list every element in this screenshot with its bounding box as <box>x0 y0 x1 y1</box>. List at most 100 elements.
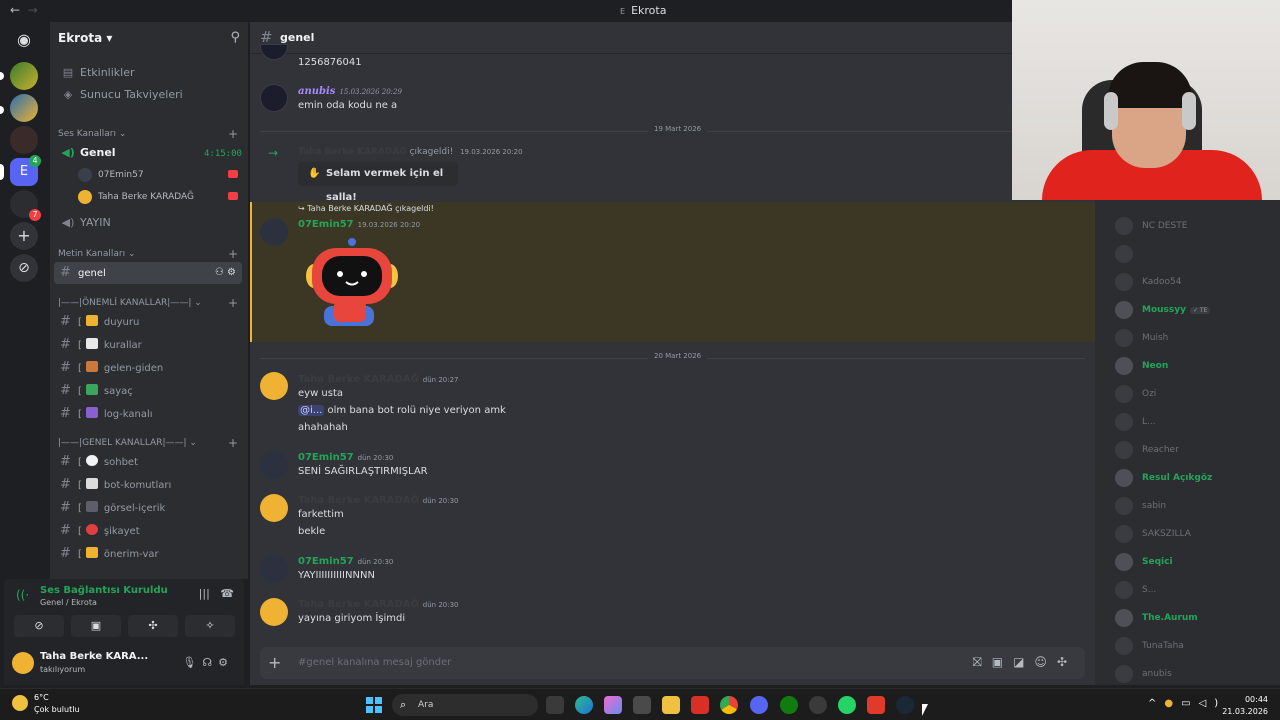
member-row[interactable]: Muish <box>1115 328 1168 348</box>
taskbar-search[interactable]: ⌕ Ara <box>392 694 538 716</box>
mic-icon[interactable]: 🎙︎ <box>182 656 202 669</box>
network-icon[interactable]: ▭ <box>1181 698 1198 709</box>
game-icon[interactable] <box>867 696 885 714</box>
important-category[interactable]: |——|ÖNEMLİ KANALLAR|——| ⌄ + <box>58 296 238 310</box>
server-icon-1[interactable] <box>10 62 38 90</box>
noise-suppression-icon[interactable]: ||| <box>199 587 210 600</box>
settings-gear-icon[interactable]: ⚙ <box>218 656 234 669</box>
guild-name[interactable]: Ekrota ▾ <box>58 31 112 45</box>
member-row[interactable]: S... <box>1115 580 1156 600</box>
discord-home-icon[interactable]: ◉ <box>10 26 38 54</box>
disconnect-icon[interactable]: ☎ <box>220 587 234 600</box>
channel-tools[interactable]: ⚇ ⚙ <box>215 262 236 284</box>
soundboard-button[interactable]: ✧ <box>185 615 235 637</box>
attach-plus-icon[interactable]: + <box>268 653 281 672</box>
server-icon-5[interactable]: 7 <box>10 190 41 221</box>
channel-sikayet[interactable]: #[şikayet <box>54 520 242 542</box>
forward-arrow-icon[interactable]: → <box>28 3 38 17</box>
camera-off-button[interactable]: ⊘ <box>14 615 64 637</box>
user-name[interactable]: Taha Berke KARA... <box>40 651 148 662</box>
avatar[interactable] <box>260 494 288 522</box>
apps-icon[interactable]: ✣ <box>1057 655 1077 669</box>
user-tools[interactable]: 🎙︎☊⚙ <box>182 656 234 669</box>
member-row[interactable]: SAKSZILLA <box>1115 524 1191 544</box>
system-clock[interactable]: 00:44 21.03.2026 <box>1222 694 1268 718</box>
copilot-icon[interactable] <box>604 696 622 714</box>
member-row[interactable]: Resul Açıkgöz <box>1115 468 1212 488</box>
avatar[interactable] <box>260 372 288 400</box>
composer-tools[interactable]: ⛝▣◪☺✣ <box>973 655 1077 670</box>
boosts-item[interactable]: ◈ Sunucu Takviyeleri <box>54 84 242 106</box>
author-name[interactable]: 07Emin57 <box>298 452 354 463</box>
message-author[interactable]: Taha Berke KARADAĞ dün 20:27 <box>298 374 459 385</box>
server-icon-2[interactable] <box>10 94 38 122</box>
author-name[interactable]: Taha Berke KARADAĞ <box>298 495 419 506</box>
channel-genel[interactable]: # genel ⚇ ⚙ <box>54 262 242 284</box>
member-row[interactable]: NC DESTE <box>1115 216 1187 236</box>
message-author[interactable]: 07Emin57 dün 20:30 <box>298 556 393 567</box>
channel-onerim-var[interactable]: #[önerim-var <box>54 543 242 565</box>
member-row[interactable]: TunaTaha <box>1115 636 1184 656</box>
message-author[interactable]: 07Emin57 dün 20:30 <box>298 452 393 463</box>
explore-icon[interactable]: ⊘ <box>10 254 38 282</box>
member-row[interactable] <box>1115 244 1142 264</box>
member-row[interactable]: Reacher <box>1115 440 1179 460</box>
channel-log-kanali[interactable]: #[log-kanalı <box>54 403 242 425</box>
voice-user[interactable]: Taha Berke KARADAĞ <box>78 188 238 206</box>
voice-channel-yayin[interactable]: ◀) YAYIN <box>54 212 242 234</box>
channel-bot-komutlari[interactable]: #[bot-komutları <box>54 474 242 496</box>
avatar[interactable] <box>260 44 288 60</box>
member-row[interactable]: Kadoo54 <box>1115 272 1181 292</box>
member-row[interactable]: Moussyy ✓ TE <box>1115 300 1211 320</box>
system-tray[interactable]: ^●▭◁) <box>1148 698 1226 709</box>
reply-reference[interactable]: ↪ Taha Berke KARADAĞ çıkageldi! <box>298 204 434 213</box>
author-name[interactable]: Taha Berke KARADAĞ <box>298 374 419 385</box>
emoji-icon[interactable]: ☺ <box>1034 655 1057 669</box>
author-name[interactable]: Taha Berke KARADAĞ <box>298 599 419 610</box>
add-channel-icon[interactable]: + <box>228 436 238 450</box>
channel-kurallar[interactable]: #[kurallar <box>54 334 242 356</box>
nav-arrows[interactable]: ← → <box>10 3 38 17</box>
whatsapp-icon[interactable] <box>838 696 856 714</box>
channel-sayac[interactable]: #[sayaç <box>54 380 242 402</box>
voice-category[interactable]: Ses Kanalları ⌄ + <box>58 127 238 141</box>
add-channel-icon[interactable]: + <box>228 247 238 261</box>
screen-share-button[interactable]: ▣ <box>71 615 121 637</box>
voice-location[interactable]: Genel / Ekrota <box>40 598 97 607</box>
message-author[interactable]: 07Emin57 19.03.2026 20:20 <box>298 219 420 230</box>
discord-taskbar-icon[interactable] <box>750 696 768 714</box>
windows-start-icon[interactable] <box>366 697 382 713</box>
text-category[interactable]: Metin Kanalları ⌄ + <box>58 247 238 261</box>
author-name[interactable]: 07Emin57 <box>298 556 354 567</box>
channel-gorsel-icerik[interactable]: #[görsel-içerik <box>54 497 242 519</box>
channel-duyuru[interactable]: #[duyuru <box>54 311 242 333</box>
app-icon[interactable] <box>809 696 827 714</box>
member-row[interactable]: anubis <box>1115 664 1172 684</box>
channel-sohbet[interactable]: #[sohbet <box>54 451 242 473</box>
general-category[interactable]: |——|GENEL KANALLAR|——| ⌄ + <box>58 436 238 450</box>
voice-user[interactable]: 07Emin57 <box>78 166 238 184</box>
channel-gelen-giden[interactable]: #[gelen-giden <box>54 357 242 379</box>
steam-icon[interactable] <box>896 696 914 714</box>
avatar[interactable] <box>260 218 288 246</box>
avatar[interactable] <box>260 451 288 479</box>
wave-button[interactable]: ✋ Selam vermek için el salla! <box>298 162 458 203</box>
member-row[interactable]: sabin <box>1115 496 1166 516</box>
guild-header[interactable]: Ekrota ▾ ⚲ <box>50 22 248 54</box>
avatar[interactable] <box>260 555 288 583</box>
add-channel-icon[interactable]: + <box>228 296 238 310</box>
member-row[interactable]: L... <box>1115 412 1156 432</box>
chevron-up-icon[interactable]: ^ <box>1148 698 1164 709</box>
user-mention[interactable]: @i... <box>298 405 325 416</box>
back-arrow-icon[interactable]: ← <box>10 3 20 17</box>
gif-icon[interactable]: ▣ <box>992 655 1013 669</box>
gift-icon[interactable]: ⛝ <box>973 655 992 669</box>
member-row[interactable]: The.Aurum <box>1115 608 1198 628</box>
store-icon[interactable] <box>633 696 651 714</box>
add-server-icon[interactable]: + <box>10 222 38 250</box>
task-view-icon[interactable] <box>546 696 564 714</box>
voice-tools[interactable]: ||| ☎ <box>199 587 234 600</box>
avatar[interactable] <box>12 652 34 674</box>
member-row[interactable]: Neon <box>1115 356 1168 376</box>
sticker-icon[interactable]: ◪ <box>1013 655 1034 669</box>
